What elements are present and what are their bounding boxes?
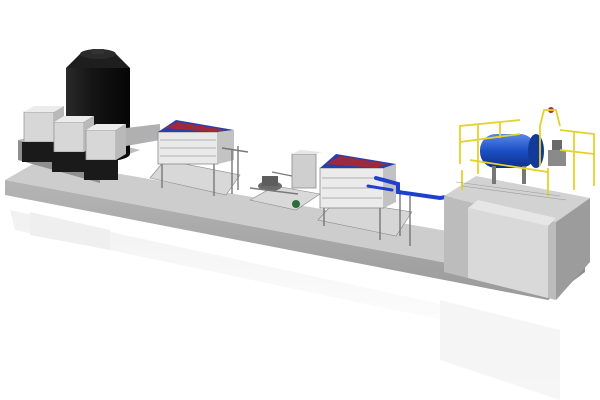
blue-pressure-vessel [480, 134, 544, 184]
connecting-duct [126, 124, 160, 146]
ibc-container [84, 124, 126, 180]
process-plant-scene [5, 49, 595, 400]
pump-skid [249, 150, 322, 211]
